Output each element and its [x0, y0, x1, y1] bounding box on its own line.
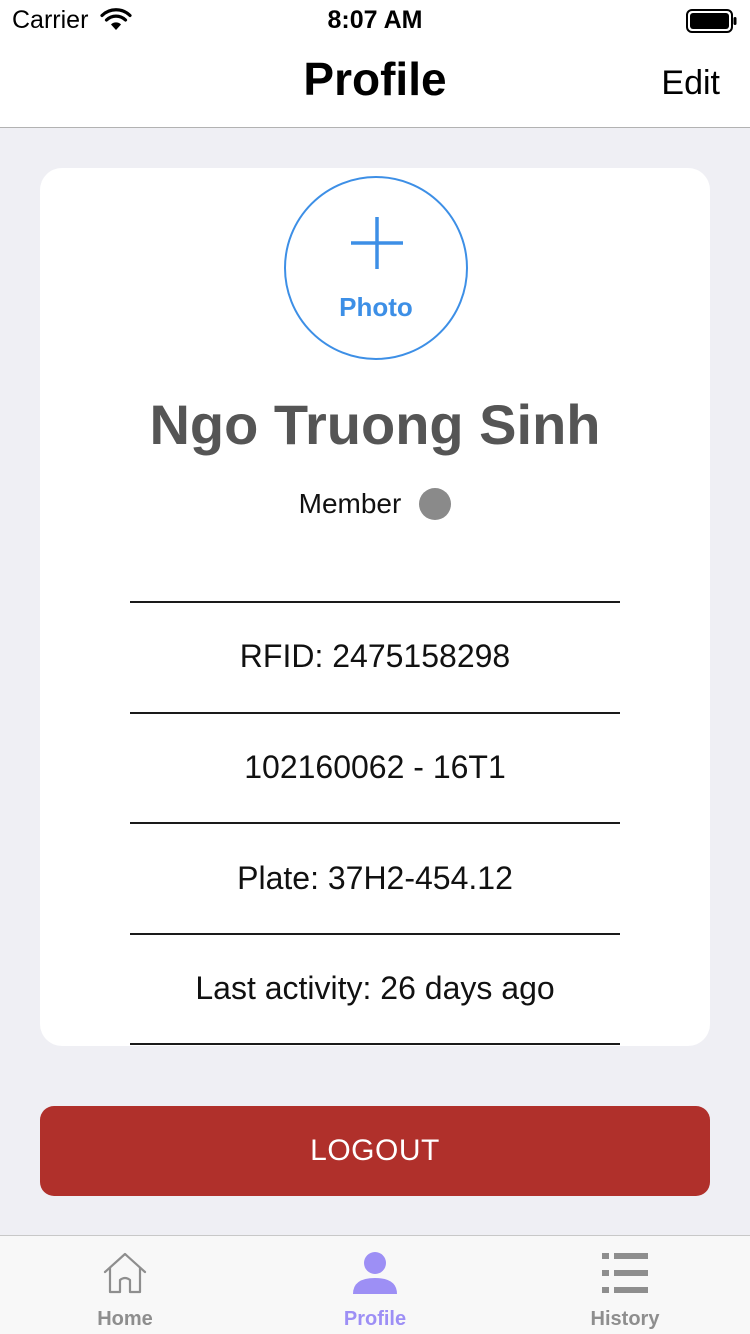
plate-info: Plate: 37H2-454.12 [237, 860, 513, 896]
user-name: Ngo Truong Sinh [149, 393, 601, 456]
edit-button[interactable]: Edit [661, 64, 720, 103]
divider [130, 601, 620, 603]
person-icon [353, 1252, 397, 1294]
home-icon [103, 1252, 147, 1294]
tab-history[interactable]: History [500, 1236, 750, 1334]
page-title: Profile [303, 53, 447, 105]
tab-profile[interactable]: Profile [250, 1236, 500, 1334]
divider [130, 1043, 620, 1045]
tab-bar: Home Profile History [0, 1235, 750, 1334]
list-icon [602, 1253, 648, 1293]
last-activity-info: Last activity: 26 days ago [195, 970, 555, 1006]
student-id-info: 102160062 - 16T1 [244, 749, 506, 785]
add-photo-button[interactable]: Photo [284, 176, 468, 360]
profile-card: Photo Ngo Truong Sinh Member RFID: 24751… [40, 168, 710, 1046]
role-row: Member [40, 488, 710, 520]
plus-icon [351, 217, 403, 269]
photo-label: Photo [339, 292, 413, 322]
rfid-info: RFID: 2475158298 [239, 638, 511, 674]
logout-label: LOGOUT [310, 1134, 440, 1167]
divider [130, 933, 620, 935]
divider [130, 822, 620, 824]
navigation-bar: Profile Edit [0, 40, 750, 128]
status-time: 8:07 AM [327, 6, 423, 34]
divider [130, 712, 620, 714]
logout-button[interactable]: LOGOUT [40, 1106, 710, 1196]
status-bar: Carrier 8:07 AM [0, 0, 750, 40]
tab-home[interactable]: Home [0, 1236, 250, 1334]
status-dot-icon [419, 488, 452, 520]
tab-label-home: Home [97, 1308, 153, 1330]
tab-label-history: History [590, 1308, 660, 1330]
tab-label-profile: Profile [343, 1308, 407, 1330]
battery-icon [686, 9, 737, 33]
role-label: Member [298, 488, 402, 519]
